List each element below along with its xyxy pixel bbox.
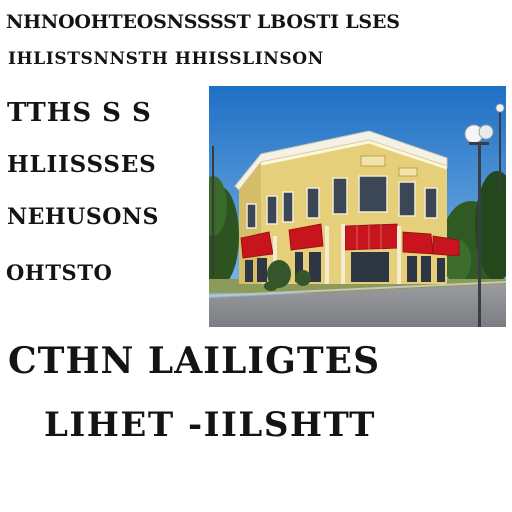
bottom-text-line-2: LIHET -IILSHTT xyxy=(44,405,376,445)
left-text-line-4: OHTSTO xyxy=(6,260,113,285)
left-text-line-3: NEHUSONS xyxy=(7,204,159,230)
left-text-line-1: TTHS S S xyxy=(7,98,152,128)
building-photo xyxy=(209,86,506,327)
bottom-text-line-1: CTHN LAILIGTES xyxy=(8,340,381,382)
header-line-1: NHNOOHTEOSNSSSST LBOSTI LSES xyxy=(6,11,400,33)
building xyxy=(234,130,460,284)
left-text-line-2: HLIISSSES xyxy=(7,151,157,178)
header-line-2: IHLISTSNNSTH HHISSLINSON xyxy=(8,49,324,69)
